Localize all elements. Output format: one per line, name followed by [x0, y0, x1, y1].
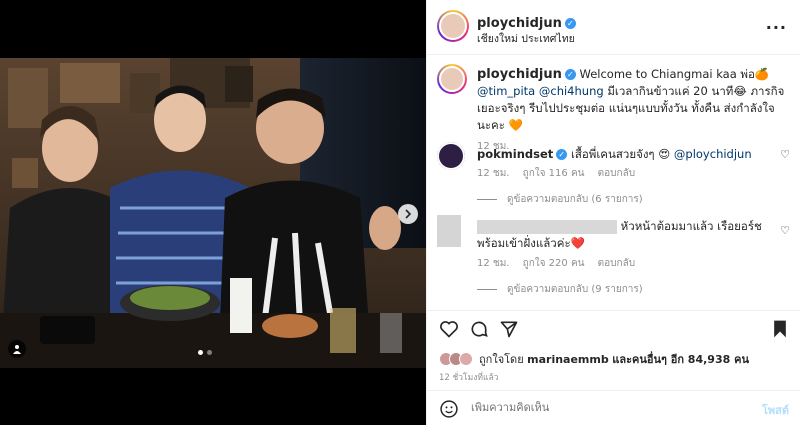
post-timestamp: 12 ชั่วโมงที่แล้ว — [439, 373, 499, 383]
more-options-button[interactable]: ··· — [766, 18, 787, 37]
share-icon[interactable] — [499, 319, 519, 339]
action-bar — [427, 310, 800, 346]
comment-likes[interactable]: ถูกใจ 116 คน — [523, 168, 585, 179]
post-caption: ploychidjun ✓ Welcome to Chiangmai kaa พ่… — [477, 66, 787, 155]
likes-summary: ถูกใจโดย marinaemmb และคนอื่นๆ อีก 84,93… — [439, 350, 749, 368]
comment-time: 12 ชม. — [477, 168, 510, 179]
post-photo — [0, 58, 426, 368]
view-replies-button[interactable]: ดูข้อความตอบกลับ (6 รายการ) — [477, 192, 643, 207]
location-link[interactable]: เชียงใหม่ ประเทศไทย — [477, 30, 575, 47]
divider — [477, 199, 497, 200]
mention-link[interactable]: @tim_pita — [477, 84, 535, 98]
save-bookmark-icon[interactable] — [771, 319, 789, 339]
chevron-right-icon — [405, 209, 412, 219]
caption-avatar[interactable] — [437, 64, 467, 94]
comment-item: หัวหน้าต้อมมาแล้ว เรือยอร์ชพร้อมเข้าฝั่ง… — [477, 218, 767, 252]
likes-user[interactable]: marinaemmb — [527, 353, 609, 366]
mention-link[interactable]: @ploychidjun — [674, 147, 752, 161]
comment-avatar-blurred[interactable] — [437, 215, 461, 247]
next-photo-button[interactable] — [398, 204, 418, 224]
view-replies-label: ดูข้อความตอบกลับ (9 รายการ) — [507, 284, 643, 295]
emoji-icon[interactable] — [439, 399, 459, 419]
avatar — [459, 352, 473, 366]
comment-text: เสื้อพี่เคนสวยจังๆ 😍 — [570, 147, 671, 161]
reply-button[interactable]: ตอบกลับ — [598, 168, 635, 179]
mention-link[interactable]: @chi4hung — [539, 84, 604, 98]
caption-text: Welcome to Chiangmai kaa พ่อ🍊 — [579, 67, 770, 81]
carousel-dot — [207, 350, 212, 355]
post-media — [0, 0, 426, 425]
header-username[interactable]: ploychidjun — [477, 16, 562, 31]
comment-avatar[interactable] — [437, 142, 465, 170]
person-tag-icon — [13, 345, 21, 354]
photo-illustration — [0, 58, 426, 368]
carousel-dot — [198, 350, 203, 355]
comment-input[interactable] — [471, 401, 721, 414]
comment-item: pokmindset ✓ เสื้อพี่เคนสวยจังๆ 😍 @ploych… — [477, 146, 767, 163]
divider — [477, 289, 497, 290]
post-detail-panel: ploychidjun ✓ เชียงใหม่ ประเทศไทย ··· plo… — [426, 0, 800, 425]
likes-count[interactable]: และคนอื่นๆ อีก 84,938 คน — [612, 350, 749, 368]
carousel-indicator — [198, 350, 212, 355]
comment-meta: 12 ชม. ถูกใจ 116 คน ตอบกลับ — [477, 166, 645, 181]
verified-badge-icon: ✓ — [556, 149, 568, 160]
comment-time: 12 ชม. — [477, 258, 510, 269]
redacted-username — [477, 219, 617, 234]
view-replies-label: ดูข้อความตอบกลับ (6 รายการ) — [507, 194, 643, 205]
avatar[interactable] — [437, 10, 469, 42]
comment-meta: 12 ชม. ถูกใจ 220 คน ตอบกลับ — [477, 256, 645, 271]
likes-prefix: ถูกใจโดย — [479, 353, 524, 366]
verified-badge-icon: ✓ — [564, 69, 576, 80]
tagged-people-button[interactable] — [8, 340, 26, 358]
like-heart-icon[interactable] — [439, 319, 459, 339]
post-header: ploychidjun ✓ เชียงใหม่ ประเทศไทย ··· — [427, 0, 800, 55]
verified-badge-icon: ✓ — [564, 18, 576, 29]
comment-likes[interactable]: ถูกใจ 220 คน — [523, 258, 585, 269]
like-comment-heart-icon[interactable]: ♡ — [780, 148, 790, 161]
caption-username[interactable]: ploychidjun — [477, 67, 562, 82]
view-replies-button[interactable]: ดูข้อความตอบกลับ (9 รายการ) — [477, 282, 643, 297]
like-comment-heart-icon[interactable]: ♡ — [780, 224, 790, 237]
comment-username[interactable]: pokmindset — [477, 147, 553, 161]
comment-icon[interactable] — [469, 319, 489, 339]
reply-button[interactable]: ตอบกลับ — [598, 258, 635, 269]
post-comment-button[interactable]: โพสต์ — [762, 401, 789, 419]
comment-bar: โพสต์ — [427, 390, 800, 425]
